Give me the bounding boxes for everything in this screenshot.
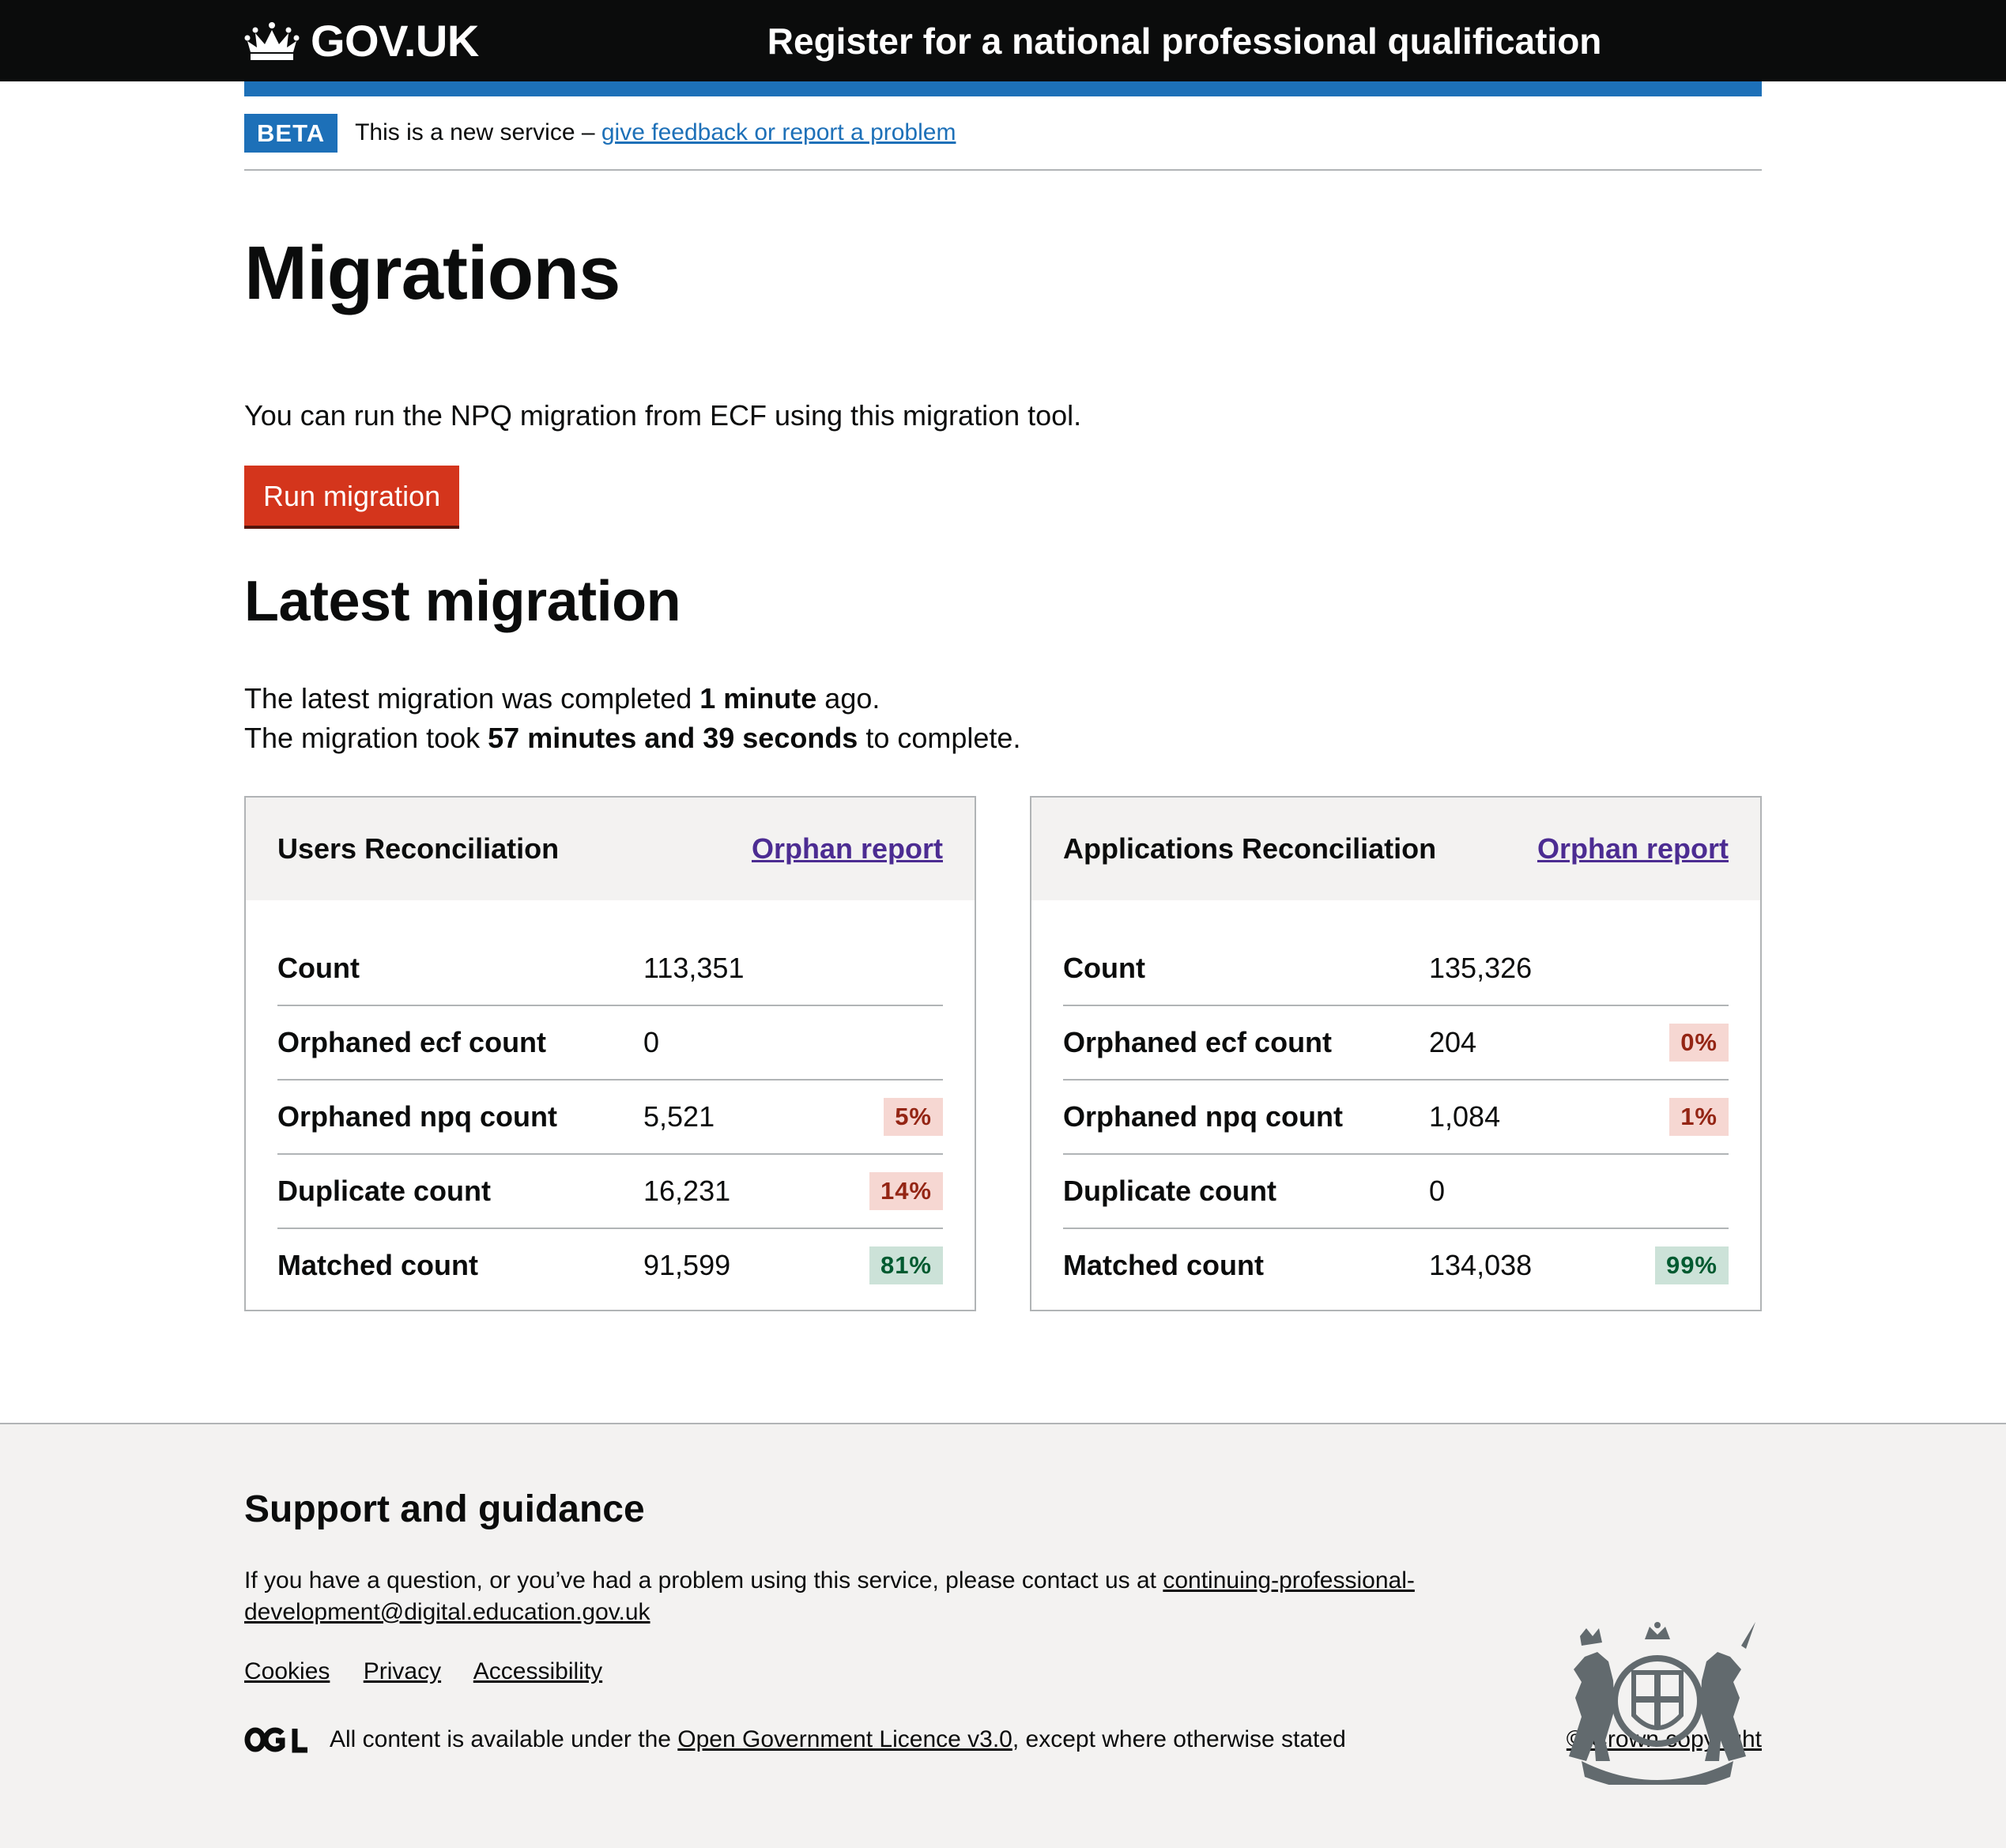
logo-text: GOV.UK — [311, 16, 479, 66]
row-value: 135,326 — [1429, 952, 1533, 984]
percentage-tag: 14% — [869, 1172, 943, 1210]
row-label: Matched count — [1063, 1249, 1265, 1281]
row-value: 134,038 — [1429, 1249, 1533, 1281]
completed-line: The latest migration was completed 1 min… — [244, 682, 880, 715]
row-value: 113,351 — [643, 952, 745, 984]
row-label: Orphaned npq count — [277, 1100, 557, 1133]
cookies-link[interactable]: Cookies — [244, 1658, 330, 1684]
accessibility-link[interactable]: Accessibility — [473, 1658, 602, 1684]
licence-text: All content is available under the Open … — [330, 1726, 1346, 1752]
summary-row: Orphaned ecf count 204 0% — [1063, 1006, 1729, 1081]
licence-row: All content is available under the Open … — [244, 1726, 1762, 1753]
header-blue-bar — [244, 81, 1762, 96]
row-value: 91,599 — [643, 1249, 731, 1281]
phase-banner: BETA This is a new service – give feedba… — [244, 96, 1762, 171]
row-value: 0 — [1429, 1175, 1446, 1207]
summary-row: Orphaned ecf count 0 — [277, 1006, 943, 1081]
row-value: 0 — [643, 1026, 660, 1058]
summary-list: Count 135,326 Orphaned ecf count 204 0% … — [1031, 900, 1760, 1302]
row-value: 1,084 — [1429, 1100, 1501, 1133]
row-label: Count — [277, 952, 360, 984]
duration-line: The migration took 57 minutes and 39 sec… — [244, 722, 1021, 754]
card-header: Applications Reconciliation Orphan repor… — [1031, 798, 1760, 900]
privacy-link[interactable]: Privacy — [364, 1658, 441, 1684]
percentage-tag: 1% — [1669, 1098, 1729, 1136]
summary-list: Count 113,351 Orphaned ecf count 0 Orpha… — [246, 900, 975, 1302]
beta-tag: BETA — [244, 113, 338, 153]
site-footer: Support and guidance If you have a quest… — [0, 1423, 2006, 1848]
row-value: 5,521 — [643, 1100, 715, 1133]
phase-text: This is a new service – give feedback or… — [355, 119, 956, 145]
summary-row: Count 113,351 — [277, 932, 943, 1006]
percentage-tag: 0% — [1669, 1024, 1729, 1062]
row-label: Duplicate count — [277, 1175, 492, 1207]
card-title: Applications Reconciliation — [1063, 832, 1437, 865]
orphan-report-link[interactable]: Orphan report — [752, 832, 943, 866]
crown-icon — [244, 21, 300, 60]
summary-row: Orphaned npq count 5,521 5% — [277, 1081, 943, 1155]
summary-row: Orphaned npq count 1,084 1% — [1063, 1081, 1729, 1155]
ogl-logo-icon — [244, 1727, 307, 1753]
orphan-report-link[interactable]: Orphan report — [1537, 832, 1729, 866]
summary-row: Duplicate count 0 — [1063, 1155, 1729, 1229]
ogl-link[interactable]: Open Government Licence v3.0 — [677, 1726, 1012, 1752]
summary-row: Count 135,326 — [1063, 932, 1729, 1006]
intro-text: You can run the NPQ migration from ECF u… — [244, 399, 1082, 432]
main-content: Migrations You can run the NPQ migration… — [244, 236, 1762, 1311]
row-label: Orphaned ecf count — [1063, 1026, 1333, 1058]
page-title: Migrations — [244, 231, 620, 315]
row-label: Orphaned ecf count — [277, 1026, 547, 1058]
licence: All content is available under the Open … — [244, 1726, 1762, 1753]
users-reconciliation-card: Users Reconciliation Orphan report Count… — [244, 796, 976, 1311]
footer-heading: Support and guidance — [244, 1488, 645, 1530]
service-name-link[interactable]: Register for a national professional qua… — [767, 20, 1602, 62]
percentage-tag: 5% — [884, 1098, 943, 1136]
footer-links: Cookies Privacy Accessibility — [244, 1658, 1762, 1685]
summary-row: Matched count 91,599 81% — [277, 1229, 943, 1302]
row-label: Matched count — [277, 1249, 479, 1281]
site-header: GOV.UK Register for a national professio… — [0, 0, 2006, 81]
summary-row: Matched count 134,038 99% — [1063, 1229, 1729, 1302]
royal-coat-of-arms-icon — [1569, 1622, 1755, 1785]
card-title: Users Reconciliation — [277, 832, 560, 865]
migration-summary: The latest migration was completed 1 min… — [244, 679, 1762, 758]
row-label: Count — [1063, 952, 1145, 984]
reconciliation-cards: Users Reconciliation Orphan report Count… — [244, 796, 1762, 1311]
percentage-tag: 99% — [1654, 1246, 1729, 1284]
latest-migration-heading: Latest migration — [244, 570, 681, 633]
row-label: Duplicate count — [1063, 1175, 1277, 1207]
card-header: Users Reconciliation Orphan report — [246, 798, 975, 900]
footer-contact-text: If you have a question, or you’ve had a … — [244, 1567, 1415, 1625]
percentage-tag: 81% — [869, 1246, 943, 1284]
feedback-link[interactable]: give feedback or report a problem — [601, 119, 956, 145]
row-value: 204 — [1429, 1026, 1477, 1058]
run-migration-button[interactable]: Run migration — [244, 466, 460, 526]
summary-row: Duplicate count 16,231 14% — [277, 1155, 943, 1229]
row-label: Orphaned npq count — [1063, 1100, 1343, 1133]
row-value: 16,231 — [643, 1175, 731, 1207]
govuk-logo-link[interactable]: GOV.UK — [244, 15, 479, 66]
applications-reconciliation-card: Applications Reconciliation Orphan repor… — [1030, 796, 1762, 1311]
